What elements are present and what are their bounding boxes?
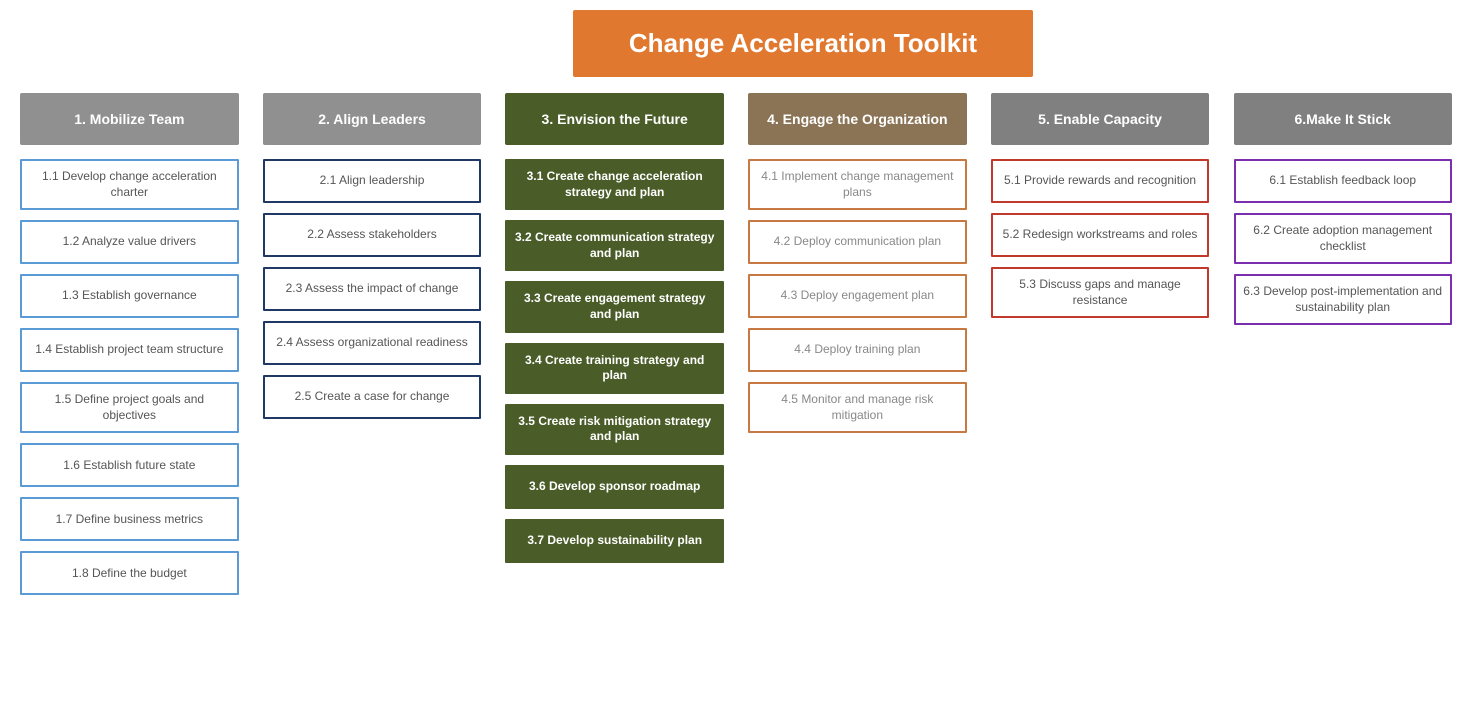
card-col3-5[interactable]: 3.6 Develop sponsor roadmap xyxy=(505,465,723,509)
card-col2-2[interactable]: 2.3 Assess the impact of change xyxy=(263,267,481,311)
column-col6: 6.Make It Stick 6.1 Establish feedback lo… xyxy=(1221,93,1464,605)
card-col3-0[interactable]: 3.1 Create change acceleration strategy … xyxy=(505,159,723,210)
col-header-col5: 5. Enable Capacity xyxy=(991,93,1209,145)
card-col5-0[interactable]: 5.1 Provide rewards and recognition xyxy=(991,159,1209,203)
col-header-col3: 3. Envision the Future xyxy=(505,93,723,145)
card-col4-3[interactable]: 4.4 Deploy training plan xyxy=(748,328,966,372)
card-col2-4[interactable]: 2.5 Create a case for change xyxy=(263,375,481,419)
card-col4-1[interactable]: 4.2 Deploy communication plan xyxy=(748,220,966,264)
card-col2-0[interactable]: 2.1 Align leadership xyxy=(263,159,481,203)
card-col1-6[interactable]: 1.7 Define business metrics xyxy=(20,497,238,541)
column-col4: 4. Engage the Organization 4.1 Implement … xyxy=(736,93,979,605)
card-col1-0[interactable]: 1.1 Develop change acceleration charter xyxy=(20,159,238,210)
card-col1-7[interactable]: 1.8 Define the budget xyxy=(20,551,238,595)
col-header-col6: 6.Make It Stick xyxy=(1234,93,1452,145)
column-col1: 1. Mobilize Team 1.1 Develop change accel… xyxy=(8,93,251,605)
col-header-col4: 4. Engage the Organization xyxy=(748,93,966,145)
card-col1-4[interactable]: 1.5 Define project goals and objectives xyxy=(20,382,238,433)
card-col3-1[interactable]: 3.2 Create communication strategy and pl… xyxy=(505,220,723,271)
col-header-col2: 2. Align Leaders xyxy=(263,93,481,145)
col-header-col1: 1. Mobilize Team xyxy=(20,93,238,145)
card-col4-0[interactable]: 4.1 Implement change management plans xyxy=(748,159,966,210)
page-title: Change Acceleration Toolkit xyxy=(573,10,1033,77)
card-col4-2[interactable]: 4.3 Deploy engagement plan xyxy=(748,274,966,318)
card-col1-5[interactable]: 1.6 Establish future state xyxy=(20,443,238,487)
columns-container: 1. Mobilize Team 1.1 Develop change accel… xyxy=(8,93,1464,605)
card-col3-6[interactable]: 3.7 Develop sustainability plan xyxy=(505,519,723,563)
card-col2-3[interactable]: 2.4 Assess organizational readiness xyxy=(263,321,481,365)
page-wrapper: Change Acceleration Toolkit 1. Mobilize … xyxy=(0,0,1472,615)
card-col1-2[interactable]: 1.3 Establish governance xyxy=(20,274,238,318)
card-col3-3[interactable]: 3.4 Create training strategy and plan xyxy=(505,343,723,394)
card-col4-4[interactable]: 4.5 Monitor and manage risk mitigation xyxy=(748,382,966,433)
card-col5-1[interactable]: 5.2 Redesign workstreams and roles xyxy=(991,213,1209,257)
card-col6-0[interactable]: 6.1 Establish feedback loop xyxy=(1234,159,1452,203)
card-col6-1[interactable]: 6.2 Create adoption management checklist xyxy=(1234,213,1452,264)
card-col6-2[interactable]: 6.3 Develop post-implementation and sust… xyxy=(1234,274,1452,325)
card-col1-1[interactable]: 1.2 Analyze value drivers xyxy=(20,220,238,264)
card-col2-1[interactable]: 2.2 Assess stakeholders xyxy=(263,213,481,257)
card-col3-4[interactable]: 3.5 Create risk mitigation strategy and … xyxy=(505,404,723,455)
card-col5-2[interactable]: 5.3 Discuss gaps and manage resistance xyxy=(991,267,1209,318)
card-col1-3[interactable]: 1.4 Establish project team structure xyxy=(20,328,238,372)
card-col3-2[interactable]: 3.3 Create engagement strategy and plan xyxy=(505,281,723,332)
column-col3: 3. Envision the Future 3.1 Create change … xyxy=(493,93,736,605)
column-col2: 2. Align Leaders 2.1 Align leadership 2.2 … xyxy=(251,93,494,605)
column-col5: 5. Enable Capacity 5.1 Provide rewards an… xyxy=(979,93,1222,605)
